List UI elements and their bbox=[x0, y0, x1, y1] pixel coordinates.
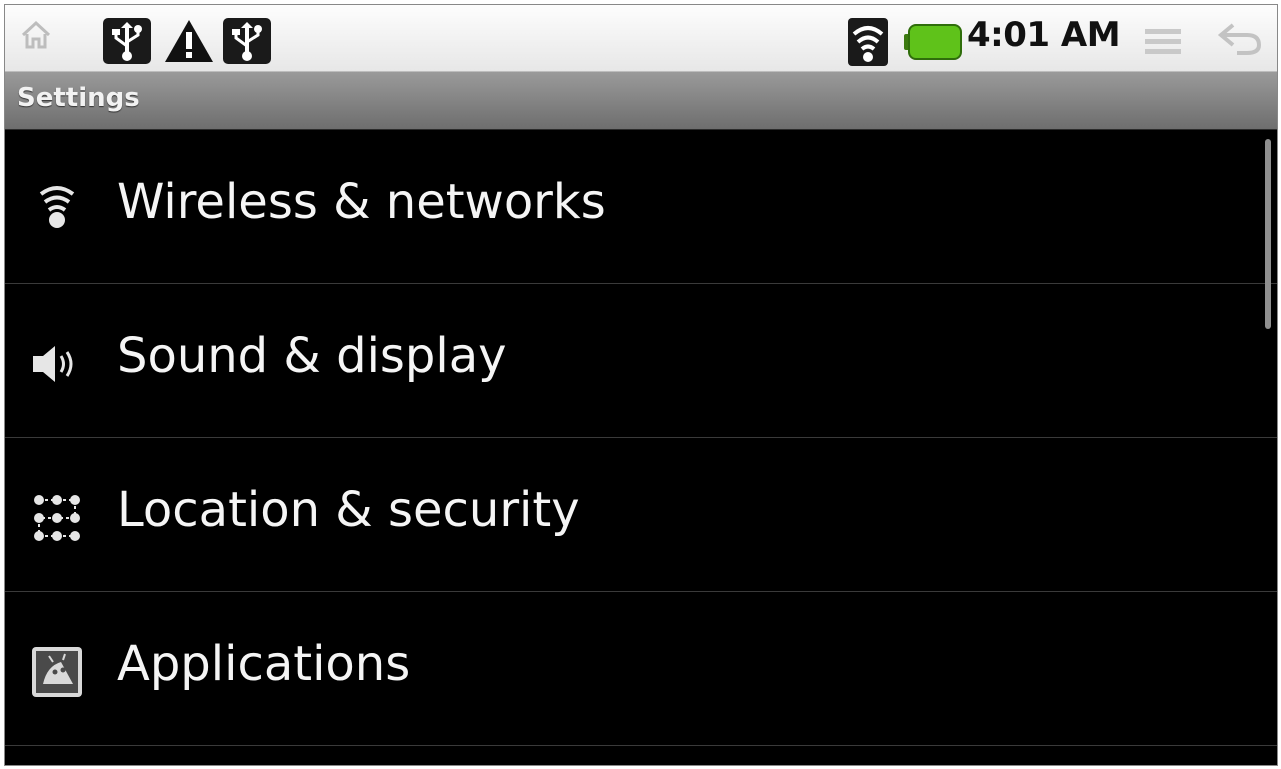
settings-list: Wireless & networks Sound & display Loca… bbox=[5, 130, 1277, 746]
battery-icon bbox=[904, 24, 962, 64]
wifi-icon bbox=[29, 182, 85, 238]
back-icon[interactable] bbox=[1217, 19, 1263, 61]
settings-item-label: Applications bbox=[117, 636, 411, 692]
usb-icon bbox=[223, 18, 271, 68]
settings-item-wireless-networks[interactable]: Wireless & networks bbox=[5, 130, 1277, 284]
settings-item-label: Sound & display bbox=[117, 328, 507, 384]
settings-item-label: Location & security bbox=[117, 482, 580, 538]
status-bar: 4:01 AM bbox=[5, 5, 1277, 72]
android-app-icon bbox=[29, 644, 85, 700]
title-bar: Settings bbox=[5, 72, 1277, 130]
scrollbar[interactable] bbox=[1265, 139, 1271, 329]
settings-item-location-security[interactable]: Location & security bbox=[5, 438, 1277, 592]
page-title: Settings bbox=[17, 83, 140, 113]
speaker-icon bbox=[29, 336, 85, 392]
status-time: 4:01 AM bbox=[967, 15, 1121, 55]
settings-item-sound-display[interactable]: Sound & display bbox=[5, 284, 1277, 438]
wifi-signal-icon bbox=[848, 18, 888, 70]
home-icon[interactable] bbox=[19, 19, 53, 55]
location-grid-icon bbox=[29, 490, 85, 546]
warning-icon bbox=[163, 18, 215, 68]
screen: 4:01 AM Settings Wireless & networks Sou… bbox=[4, 4, 1278, 766]
settings-item-applications[interactable]: Applications bbox=[5, 592, 1277, 746]
settings-item-label: Wireless & networks bbox=[117, 174, 606, 230]
menu-icon[interactable] bbox=[1143, 27, 1183, 61]
usb-icon bbox=[103, 18, 151, 68]
